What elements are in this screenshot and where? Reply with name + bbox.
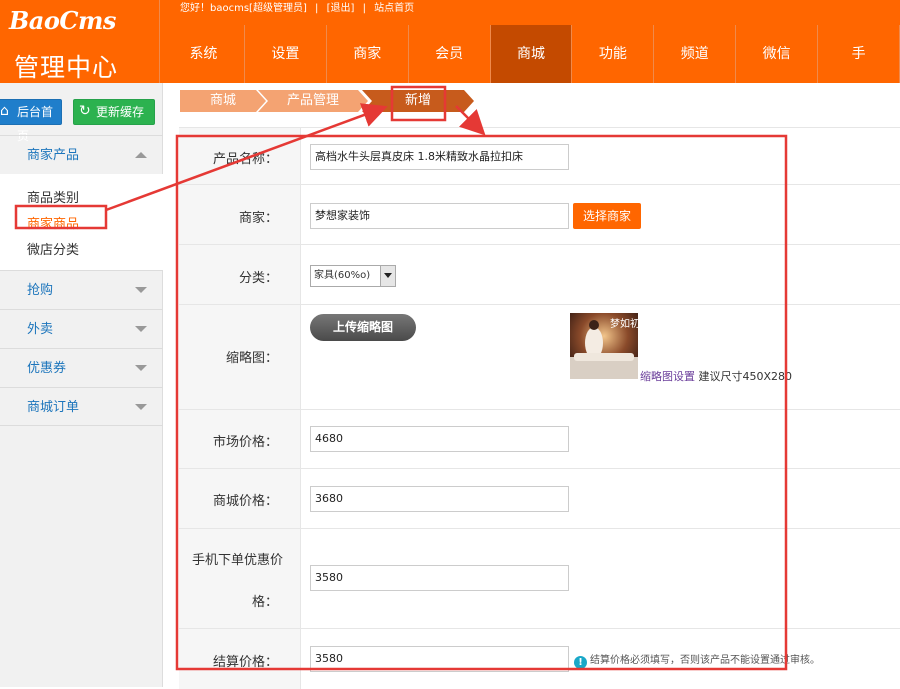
form-row-thumbnail: 缩略图： 上传缩略图 梦如初 缩略图设置 建议尺寸450X280 [179,305,900,410]
nav-item-mobile[interactable]: 手 [818,25,900,83]
sidebar-submenu: 商品类别 商家商品 微店分类 [0,174,163,270]
sidebar: ⌂ 后台首页 ↻ 更新缓存 商家产品 商品类别 商家商品 微店分类 抢购 外卖 … [0,83,163,687]
sidebar-item-shop-goods[interactable]: 商家商品 [27,213,79,232]
sidebar-group-label: 商家产品 [27,148,80,163]
breadcrumb-label: 新增 [404,93,431,108]
settle-price-tip: ! 结算价格必须填写，否则该产品不能设置通过审核。 [574,651,820,669]
thumbnail-photo: 梦如初 [570,313,638,379]
field-label: 商城价格： [179,469,301,528]
field-label: 分类： [179,245,301,304]
nav-item-wechat[interactable]: 微信 [736,25,819,83]
field-label: 商家： [179,185,301,244]
caret-down-icon [135,404,147,410]
sidebar-group-shop-products[interactable]: 商家产品 [0,135,163,174]
logo-subtitle: 管理中心 [14,53,119,82]
caret-up-icon [135,152,147,158]
sidebar-group-label: 抢购 [27,283,54,298]
caret-down-icon [135,287,147,293]
greeting-text: 您好！baocms[超级管理员] [180,3,307,14]
dropdown-arrow-icon[interactable] [380,266,395,286]
sidebar-group-label: 商城订单 [27,400,80,415]
field-label: 市场价格： [179,410,301,468]
breadcrumb-label: 商城 [209,93,236,108]
admin-home-button[interactable]: ⌂ 后台首页 [0,99,62,143]
sidebar-group-flash-sale[interactable]: 抢购 [0,270,163,309]
form-row-shop: 商家： 梦想家装饰 选择商家 [179,185,900,245]
label-text: 结算价格： [212,655,278,670]
thumbnail-caption: 缩略图设置 建议尺寸450X280 [640,368,792,384]
form-row-name: 产品名称： 高档水牛头层真皮床 1.8米精致水晶拉扣床 [179,127,900,185]
sidebar-group-orders[interactable]: 商城订单 [0,387,163,426]
form-row-market-price: 市场价格： 4680 [179,410,900,469]
header: BaoCms 管理中心 您好！baocms[超级管理员] | [退出] | 站点… [0,0,900,83]
refresh-icon: ↻ [79,103,91,119]
tip-text: 结算价格必须填写，否则该产品不能设置通过审核。 [590,655,820,666]
label-text: 手机下单优惠价 [191,553,283,568]
main-nav: 系统 设置 商家 会员 商城 功能 频道 微信 手 [163,25,900,83]
thumbnail-image: 梦如初 [570,313,638,379]
field-label: 手机下单优惠价 格： [179,529,301,628]
logout-link[interactable]: [退出] [327,3,355,14]
refresh-cache-button[interactable]: ↻ 更新缓存 [73,99,155,125]
label-text: 分类： [238,271,278,286]
caret-down-icon [135,326,147,332]
logo-brand: BaoCms [9,6,116,35]
mobile-price-input[interactable]: 3580 [310,565,569,591]
mall-price-input[interactable]: 3680 [310,486,569,512]
nav-item-features[interactable]: 功能 [572,25,655,83]
thumbnail-settings-link[interactable]: 缩略图设置 [640,370,695,383]
category-select[interactable]: 家具(60%o) [310,265,396,287]
upload-thumbnail-button[interactable]: 上传缩略图 [310,314,416,341]
sidebar-group-label: 优惠券 [27,361,67,376]
label-text: 商家： [238,211,278,226]
label-text: 市场价格： [212,435,278,450]
select-shop-button[interactable]: 选择商家 [573,203,641,229]
form-row-settle-price: 结算价格： 3580 ! 结算价格必须填写，否则该产品不能设置通过审核。 [179,629,900,689]
topbar: 您好！baocms[超级管理员] | [退出] | 站点首页 [163,0,900,20]
sidebar-group-label: 外卖 [27,322,54,337]
breadcrumb-item-product-mgmt[interactable]: 产品管理 [258,90,368,112]
shop-input[interactable]: 梦想家装饰 [310,203,569,229]
sidebar-group-coupons[interactable]: 优惠券 [0,348,163,387]
nav-item-system[interactable]: 系统 [163,25,245,83]
product-form: 产品名称： 高档水牛头层真皮床 1.8米精致水晶拉扣床 商家： 梦想家装饰 选择… [179,127,900,689]
sidebar-item-categories[interactable]: 商品类别 [27,187,79,206]
info-icon: ! [574,656,587,669]
separator: | [362,3,366,14]
refresh-cache-label: 更新缓存 [96,105,145,119]
settle-price-input[interactable]: 3580 [310,646,569,672]
caret-down-icon [135,365,147,371]
form-row-mobile-price: 手机下单优惠价 格： 3580 [179,529,900,629]
breadcrumb-label: 产品管理 [286,93,339,108]
thumbnail-size-hint: 建议尺寸450X280 [698,370,793,383]
separator: | [315,3,319,14]
form-row-category: 分类： 家具(60%o) [179,245,900,305]
sidebar-group-takeout[interactable]: 外卖 [0,309,163,348]
product-name-input[interactable]: 高档水牛头层真皮床 1.8米精致水晶拉扣床 [310,144,569,170]
nav-item-mall[interactable]: 商城 [490,25,573,83]
thumbnail-caption-text: 梦如初 [610,317,638,330]
form-row-mall-price: 商城价格： 3680 [179,469,900,529]
logo[interactable]: BaoCms 管理中心 [0,0,160,83]
label-text: 格： [251,595,278,610]
category-selected: 家具(60%o) [314,270,371,281]
label-text: 商城价格： [212,494,278,509]
nav-item-shops[interactable]: 商家 [327,25,409,83]
home-icon: ⌂ [0,103,9,119]
site-home-link[interactable]: 站点首页 [374,3,414,14]
field-label: 结算价格： [179,629,301,689]
breadcrumb-item-add: 新增 [362,90,474,112]
field-label: 缩略图： [179,305,301,409]
sidebar-buttons: ⌂ 后台首页 ↻ 更新缓存 [0,99,163,143]
field-label: 产品名称： [179,128,301,184]
nav-item-settings[interactable]: 设置 [245,25,327,83]
label-text: 产品名称： [212,152,278,167]
nav-item-members[interactable]: 会员 [409,25,491,83]
market-price-input[interactable]: 4680 [310,426,569,452]
nav-item-channels[interactable]: 频道 [654,25,737,83]
breadcrumb-item-mall[interactable]: 商城 [180,90,266,112]
sidebar-item-store-categories[interactable]: 微店分类 [27,239,79,258]
label-text: 缩略图： [225,351,278,366]
